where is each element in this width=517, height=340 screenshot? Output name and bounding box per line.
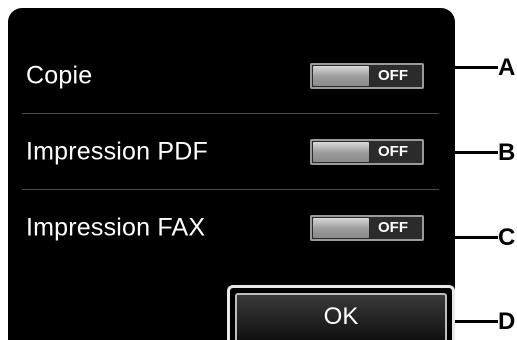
- toggle-knob: [313, 65, 369, 86]
- callout-letter-c: C: [498, 224, 516, 251]
- setting-label-impression-fax: Impression FAX: [26, 213, 206, 241]
- toggle-copie[interactable]: OFF: [310, 62, 424, 89]
- setting-label-impression-pdf: Impression PDF: [26, 137, 209, 165]
- callout-line-a: [424, 66, 498, 69]
- callout-line-b: [424, 151, 498, 154]
- toggle-impression-fax[interactable]: OFF: [310, 214, 424, 241]
- toggle-state-text: OFF: [378, 218, 408, 236]
- ok-button[interactable]: OK: [235, 293, 447, 340]
- setting-row-copie: Copie OFF: [8, 38, 455, 113]
- callout-line-d: [455, 320, 498, 323]
- toggle-state-text: OFF: [378, 66, 408, 84]
- toggle-knob: [313, 217, 369, 238]
- callout-line-c: [424, 236, 498, 239]
- toggle-knob: [313, 141, 369, 162]
- callout-letter-b: B: [498, 139, 516, 166]
- toggle-state-text: OFF: [378, 142, 408, 160]
- setting-row-impression-pdf: Impression PDF OFF: [8, 114, 455, 189]
- callout-letter-d: D: [498, 308, 516, 335]
- setting-row-impression-fax: Impression FAX OFF: [8, 190, 455, 265]
- ok-button-highlight: OK: [227, 285, 455, 340]
- toggle-impression-pdf[interactable]: OFF: [310, 138, 424, 165]
- setting-label-copie: Copie: [26, 61, 93, 89]
- callout-letter-a: A: [498, 54, 516, 81]
